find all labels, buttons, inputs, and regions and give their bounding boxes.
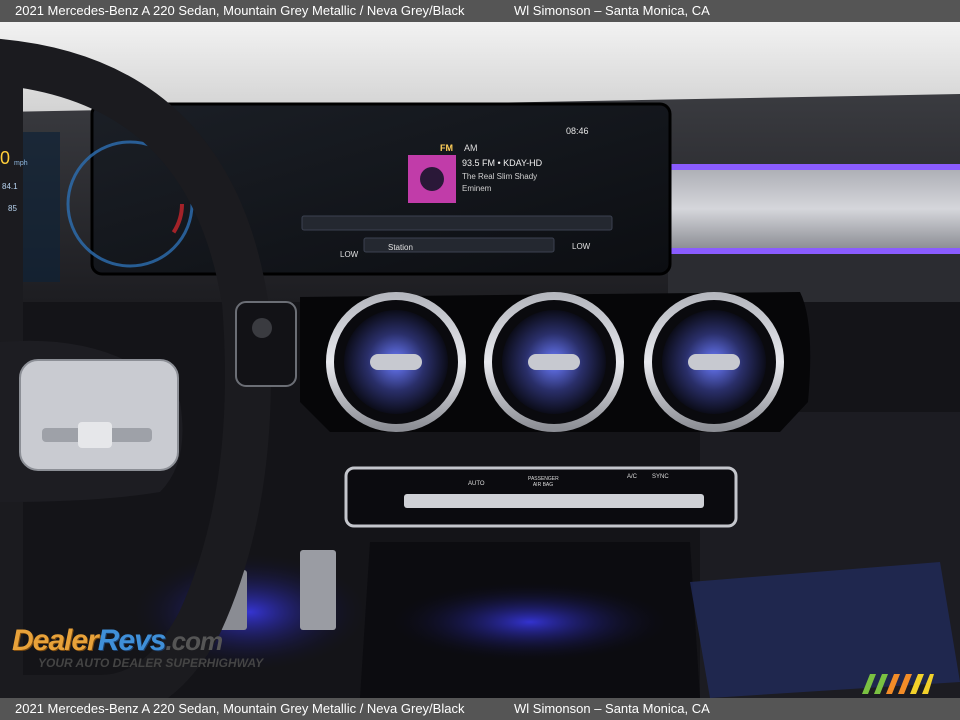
speed-unit: mph bbox=[14, 160, 28, 167]
watermark-brand-b: Revs bbox=[97, 624, 167, 657]
cluster-reading-a: 84.1 bbox=[2, 182, 18, 191]
vehicle-caption-bottom: 2021 Mercedes-Benz A 220 Sedan, Mountain… bbox=[15, 701, 465, 716]
passenger-airbag-label: PASSENGER AIR BAG bbox=[528, 476, 559, 488]
band-fm-label: FM bbox=[440, 143, 453, 153]
screen-time: 08:46 bbox=[566, 126, 589, 136]
air-vent-left bbox=[326, 292, 466, 432]
dealer-stripes-logo bbox=[862, 674, 934, 694]
steering-wheel-controls bbox=[19, 359, 179, 471]
climate-ac-label: A/C bbox=[627, 474, 638, 480]
watermark-brand-a: Dealer bbox=[12, 624, 99, 657]
watermark-tagline: YOUR AUTO DEALER SUPERHIGHWAY bbox=[38, 656, 264, 670]
temp-left-label: LOW bbox=[340, 250, 359, 259]
speed-readout: 0 bbox=[0, 148, 11, 168]
climate-auto-label: AUTO bbox=[468, 481, 485, 487]
ambient-light-strip bbox=[668, 164, 960, 170]
interior-photo: 08:46 FM AM 93.5 FM • KDAY-HD The Real S… bbox=[0, 22, 960, 698]
temp-right-label: LOW bbox=[572, 242, 591, 251]
climate-sync-label: SYNC bbox=[652, 474, 669, 480]
air-vent-right bbox=[644, 292, 784, 432]
dealer-caption-bottom: Wl Simonson – Santa Monica, CA bbox=[514, 701, 710, 716]
cluster-reading-b: 85 bbox=[8, 204, 17, 213]
band-am-label: AM bbox=[464, 143, 478, 153]
station-name: 93.5 FM • KDAY-HD bbox=[462, 158, 543, 168]
air-vent-center bbox=[484, 292, 624, 432]
caption-bar-top: 2021 Mercedes-Benz A 220 Sedan, Mountain… bbox=[0, 0, 960, 22]
track-title: The Real Slim Shady bbox=[462, 172, 538, 181]
dashboard-illustration bbox=[0, 22, 960, 698]
watermark-brand-c: .com bbox=[165, 626, 223, 656]
caption-bar-bottom: 2021 Mercedes-Benz A 220 Sedan, Mountain… bbox=[0, 698, 960, 720]
vehicle-caption: 2021 Mercedes-Benz A 220 Sedan, Mountain… bbox=[15, 3, 465, 18]
light-switch bbox=[235, 301, 297, 387]
dealerrevs-watermark: DealerRevs.com bbox=[12, 624, 223, 658]
dealer-caption: Wl Simonson – Santa Monica, CA bbox=[514, 3, 710, 18]
accelerator-pedal bbox=[300, 550, 336, 630]
station-button-label: Station bbox=[388, 243, 413, 252]
track-artist: Eminem bbox=[462, 184, 492, 193]
